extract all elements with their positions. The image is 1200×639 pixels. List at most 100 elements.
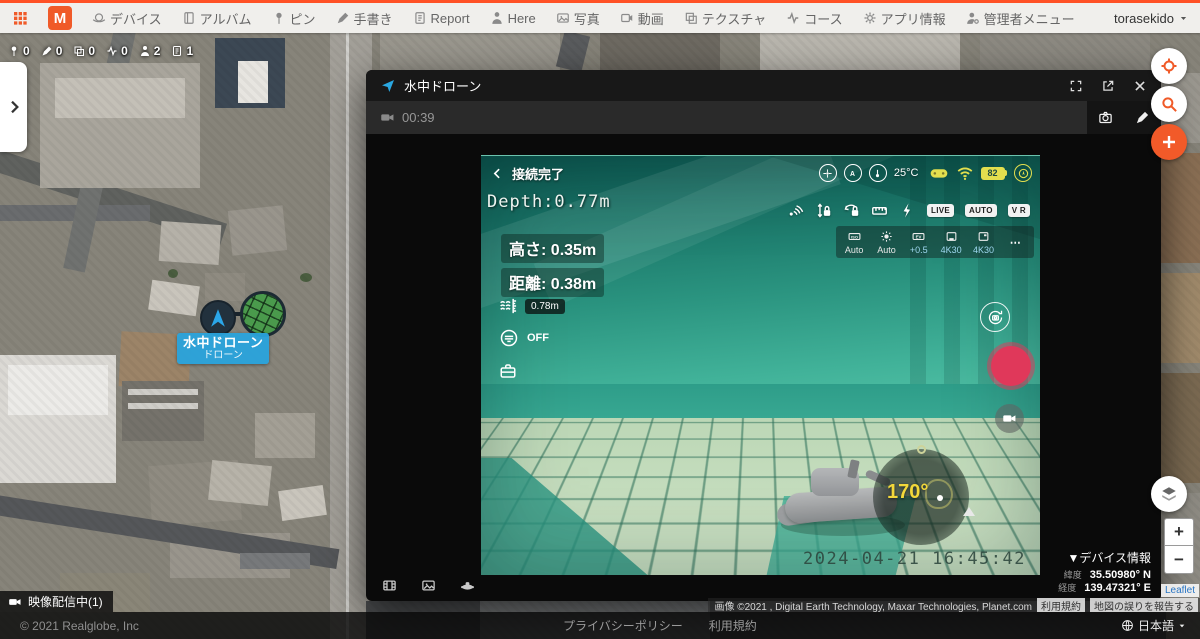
- battery-indicator: 82: [981, 167, 1008, 180]
- sidebar-expand-toggle[interactable]: [0, 62, 27, 152]
- nav-item-admin-menu[interactable]: 管理者メニュー: [966, 9, 1075, 28]
- svg-text:ISO: ISO: [851, 234, 858, 239]
- pen-icon: [336, 11, 350, 25]
- nav-item-photo[interactable]: 写真: [556, 9, 600, 28]
- winch-control[interactable]: OFF: [499, 328, 549, 348]
- brightness-setting[interactable]: Auto: [870, 230, 902, 255]
- drone-marker-label[interactable]: 水中ドローン ドローン: [177, 333, 269, 364]
- iso-setting[interactable]: ISOAuto: [838, 230, 870, 255]
- leaflet-link[interactable]: Leaflet: [1161, 584, 1199, 597]
- gear-icon: [863, 11, 877, 25]
- heading-lock-icon[interactable]: [843, 202, 860, 219]
- app-root: 0 0 0 0 2 1 水中ドローン ドローン + − 映像配信中(1) 画像 …: [0, 0, 1200, 639]
- copyright-text: © 2021 Realglobe, Inc: [20, 619, 139, 633]
- drone-map-marker[interactable]: [200, 300, 236, 336]
- sun-icon: [880, 230, 893, 243]
- nav-item-course[interactable]: コース: [786, 9, 842, 28]
- user-menu[interactable]: torasekido: [1114, 11, 1188, 26]
- add-button[interactable]: [1151, 124, 1187, 160]
- nav-item-app-info[interactable]: アプリ情報: [863, 9, 946, 28]
- map-layers-button[interactable]: [1151, 476, 1187, 512]
- drone-files-icon[interactable]: [460, 578, 475, 593]
- photos-icon[interactable]: [421, 578, 436, 593]
- ev-setting[interactable]: EV+0.5: [903, 230, 935, 255]
- privacy-policy-link[interactable]: プライバシーポリシー: [563, 617, 683, 634]
- toolbar-actions: [1087, 101, 1161, 134]
- nav-item-handwriting[interactable]: 手書き: [336, 9, 393, 28]
- thermo-icon: [872, 168, 883, 179]
- pin-icon: [272, 11, 286, 25]
- sonar-icon[interactable]: [787, 202, 804, 219]
- depth-gauge: 0.78m: [499, 296, 565, 316]
- camera-settings-strip: ISOAuto Auto EV+0.5 4K30 4K30 ⋯: [836, 226, 1034, 258]
- streaming-status-badge[interactable]: 映像配信中(1): [0, 591, 113, 612]
- open-external-icon[interactable]: [1101, 79, 1115, 93]
- winch-state: OFF: [527, 332, 549, 344]
- zoom-in-button[interactable]: +: [1164, 518, 1194, 546]
- nav-item-device[interactable]: デバイス: [92, 9, 162, 28]
- report-map-error-link[interactable]: 地図の誤りを報告する: [1090, 598, 1198, 612]
- sonar-view-marker[interactable]: [240, 291, 286, 337]
- language-selector[interactable]: 日本語: [1121, 617, 1186, 634]
- more-settings[interactable]: ⋯: [1000, 230, 1032, 255]
- attitude-mode-icon: A: [844, 164, 862, 182]
- layers-icon: [1160, 485, 1178, 503]
- fullscreen-icon[interactable]: [1069, 79, 1083, 93]
- locate-button[interactable]: [1151, 48, 1187, 84]
- record-button[interactable]: [991, 346, 1031, 386]
- toolbox-button[interactable]: [499, 362, 517, 385]
- texture-icon: [73, 45, 85, 57]
- top-navigation-bar: M デバイス アルバム ピン 手書き Report Here 写真 動画 テクス…: [0, 0, 1200, 33]
- plus-icon: [1160, 133, 1178, 151]
- zoom-out-button[interactable]: −: [1164, 546, 1194, 574]
- drone-video-feed: 接続完了 A 25°C 82 Depth:0.77m 高さ: 0.35m 距離:…: [481, 155, 1040, 575]
- photo-res-setting[interactable]: 4K30: [935, 230, 967, 255]
- nav-item-report[interactable]: Report: [413, 11, 470, 26]
- counter-report: 1: [171, 44, 193, 58]
- heading-degrees: 170°: [887, 481, 928, 504]
- caret-down-icon: [1179, 14, 1188, 23]
- compass-dot: [937, 495, 943, 501]
- nav-item-texture[interactable]: テクスチャ: [684, 9, 766, 28]
- annotate-pencil-icon[interactable]: [1135, 110, 1150, 125]
- terms-link[interactable]: 利用規約: [1037, 598, 1085, 612]
- switch-camera-button[interactable]: [980, 302, 1010, 332]
- compass-icon: [1018, 168, 1029, 179]
- winch-icon: [499, 328, 519, 348]
- gauge-value: 0.78m: [525, 299, 565, 314]
- auto-badge[interactable]: AUTO: [965, 204, 997, 217]
- counter-texture: 0: [73, 44, 95, 58]
- nav-item-video[interactable]: 動画: [620, 9, 664, 28]
- back-chevron-icon[interactable]: [491, 167, 504, 180]
- map-attribution: 画像 ©2021 , Digital Earth Technology, Max…: [708, 598, 1200, 612]
- height-readout: 高さ: 0.35m: [501, 234, 604, 263]
- app-grid-icon[interactable]: [12, 10, 28, 26]
- video-mode-button[interactable]: [995, 404, 1024, 433]
- recordings-icon[interactable]: [382, 578, 397, 593]
- nav-item-pin[interactable]: ピン: [272, 9, 316, 28]
- app-logo[interactable]: M: [48, 6, 72, 30]
- pin-icon: [8, 45, 20, 57]
- video-res-setting[interactable]: 4K30: [967, 230, 999, 255]
- report-icon: [413, 11, 427, 25]
- vr-badge[interactable]: V R: [1008, 204, 1030, 217]
- device-info-toggle[interactable]: ▼デバイス情報: [1058, 549, 1151, 566]
- light-icon[interactable]: [899, 202, 916, 219]
- refresh-camera-icon: [987, 309, 1004, 326]
- ruler-icon[interactable]: [871, 202, 888, 219]
- briefcase-icon: [499, 362, 517, 380]
- nav-item-album[interactable]: アルバム: [182, 9, 252, 28]
- nav-item-here[interactable]: Here: [490, 11, 536, 26]
- compass-pointer: [963, 507, 975, 516]
- camcorder-icon: [1002, 411, 1017, 426]
- snapshot-camera-icon[interactable]: [1098, 110, 1113, 125]
- send-location-icon: [380, 78, 396, 94]
- terms-of-use-link[interactable]: 利用規約: [709, 617, 757, 634]
- depth-lock-icon[interactable]: [815, 202, 832, 219]
- counter-course: 0: [106, 44, 128, 58]
- texture-icon: [684, 11, 698, 25]
- live-badge[interactable]: LIVE: [927, 204, 954, 217]
- close-icon[interactable]: [1133, 79, 1147, 93]
- search-button[interactable]: [1151, 86, 1187, 122]
- map-entity-counters: 0 0 0 0 2 1: [8, 44, 193, 58]
